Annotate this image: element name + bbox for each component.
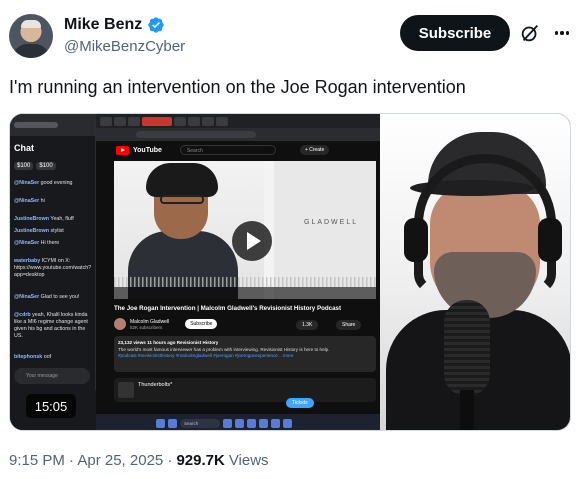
subscribe-button[interactable]: Subscribe: [400, 15, 510, 51]
author-handle[interactable]: @MikeBenzCyber: [64, 38, 185, 55]
taskbar-search: Search: [180, 418, 220, 428]
youtube-controls: [114, 287, 376, 299]
youtube-video-title: The Joe Rogan Intervention | Malcolm Gla…: [114, 305, 342, 312]
os-taskbar: Search: [96, 414, 380, 430]
chat-pill: $100: [36, 162, 56, 170]
youtube-video-frame: GLADWELL: [114, 161, 376, 299]
browser-tabs: [96, 114, 380, 128]
youtube-share: Share: [336, 320, 362, 330]
youtube-search: Search: [179, 145, 276, 155]
author-name-row: Mike Benz: [64, 16, 165, 34]
chat-message: waterbaby ICYMI on X: https://www.youtub…: [14, 258, 92, 278]
audio-waveform: [114, 277, 376, 287]
headphones: [414, 154, 556, 294]
channel-name: Malcolm Gladwell: [130, 318, 170, 325]
verified-badge-icon: [148, 17, 164, 33]
more-options-icon[interactable]: [551, 22, 573, 44]
desc-tags: #podcast #revisionisthistory #malcolmgla…: [118, 353, 294, 358]
youtube-channel: Malcolm Gladwell 52K subscribers Subscri…: [114, 318, 218, 330]
youtube-description: 23,132 views 11 hours ago Revisionist Hi…: [114, 336, 376, 372]
chat-message: @NinaSer good evening: [14, 180, 73, 186]
chat-message: JustineBrown stylist: [14, 228, 64, 234]
microphone: [444, 300, 490, 396]
views-count: 929.7K: [176, 452, 225, 469]
play-icon: [232, 221, 272, 261]
youtube-next-item: Thunderbolts*: [114, 378, 376, 402]
video-player[interactable]: Chat $100 $100 @NinaSer good evening @Ni…: [9, 113, 571, 431]
youtube-header: YouTube Search + Create: [96, 141, 380, 159]
avatar[interactable]: [9, 14, 53, 58]
next-item-title: Thunderbolts*: [138, 382, 173, 388]
live-chat-panel: Chat $100 $100 @NinaSer good evening @Ni…: [10, 114, 96, 430]
book-title: GLADWELL: [304, 219, 359, 226]
tweet-text: I'm running an intervention on the Joe R…: [9, 77, 466, 97]
chat-message: @NinaSer Hi there: [14, 240, 60, 246]
views-label: Views: [228, 452, 269, 469]
browser-window: YouTube Search + Create GLADWELL The Joe…: [96, 114, 380, 430]
chat-input: Your message: [14, 368, 90, 384]
webcam-feed: [380, 114, 570, 430]
youtube-subscribe: Subscribe: [185, 319, 218, 329]
screen-capture: Chat $100 $100 @NinaSer good evening @Ni…: [10, 114, 380, 430]
youtube-create: + Create: [299, 145, 330, 155]
chat-message: @cdrb yeah, Khalil looks kinda like a MI…: [14, 312, 88, 339]
chat-message: @NinaSer Glad to see you!: [14, 294, 80, 300]
channel-avatar: [114, 318, 126, 330]
chat-message: bitephonsk oof: [14, 354, 52, 360]
author-name[interactable]: Mike Benz: [64, 16, 142, 34]
youtube-logo-icon: [116, 145, 129, 155]
video-duration-badge: 15:05: [26, 394, 76, 418]
chat-title: Chat: [14, 143, 34, 153]
browser-url-bar: [96, 128, 380, 141]
tweet-meta: 9:15 PM · Apr 25, 2025 · 929.7K Views: [9, 452, 269, 469]
channel-subs: 52K subscribers: [130, 324, 163, 330]
timestamp[interactable]: 9:15 PM · Apr 25, 2025 ·: [9, 452, 172, 469]
chat-pill: $100: [14, 162, 34, 170]
chat-message: @NinaSer hi: [14, 198, 45, 204]
chat-pills: $100 $100: [14, 162, 56, 170]
tweet-header: Mike Benz @MikeBenzCyber Subscribe: [0, 0, 577, 70]
tickets-button: Tickets: [286, 398, 314, 408]
youtube-likes: 1.3K: [296, 320, 319, 330]
grok-icon[interactable]: [519, 22, 541, 44]
youtube-brand: YouTube: [133, 146, 162, 154]
chat-message: JustineBrown Yeah, fluff: [14, 216, 74, 222]
